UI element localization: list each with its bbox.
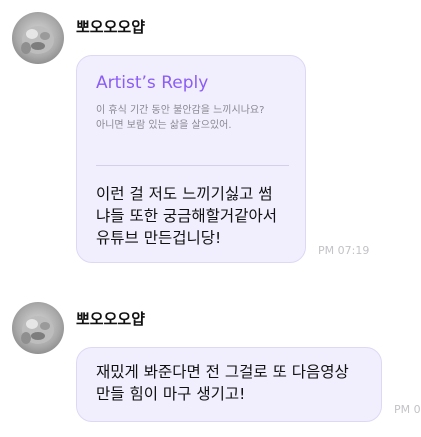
sender-name: 뽀오오오얍	[76, 18, 146, 36]
message-timestamp: PM 0	[394, 403, 421, 416]
message-text: 이런 걸 저도 느끼기싫고 썸 냐들 또한 궁금해할거같아서 유튜브 만든겁니당…	[96, 183, 277, 249]
sender-name: 뽀오오오얍	[76, 310, 146, 328]
message-text: 재밌게 봐준다면 전 그걸로 또 다음영상 만들 힘이 마구 생기고!	[96, 361, 349, 405]
reply-quote-line: 이 휴식 기간 동안 불안감을 느끼시나요?	[96, 105, 265, 116]
message-timestamp: PM 07:19	[318, 244, 370, 257]
message-line: 냐들 또한 궁금해할거같아서	[96, 207, 277, 225]
reply-quote: 이 휴식 기간 동안 불안감을 느끼시나요? 아니면 보람 있는 삶을 살으있어…	[96, 103, 296, 133]
message-line: 유튜브 만든겁니당!	[96, 229, 222, 247]
profile-photo-avatar-icon	[21, 316, 54, 344]
message-bubble[interactable]: 재밌게 봐준다면 전 그걸로 또 다음영상 만들 힘이 마구 생기고!	[76, 347, 382, 422]
message-line: 만들 힘이 마구 생기고!	[96, 385, 246, 403]
avatar[interactable]	[12, 12, 64, 64]
message-1: 뽀오오오얍 Artist’s Reply 이 휴식 기간 동안 불안감을 느끼시…	[0, 0, 421, 290]
message-2: 뽀오오오얍 재밌게 봐준다면 전 그걸로 또 다음영상 만들 힘이 마구 생기고…	[0, 290, 421, 437]
reply-divider	[96, 165, 289, 166]
message-line: 이런 걸 저도 느끼기싫고 썸	[96, 185, 273, 203]
profile-photo-avatar-icon	[21, 26, 54, 54]
message-line: 재밌게 봐준다면 전 그걸로 또 다음영상	[96, 363, 349, 381]
reply-quote-line: 아니면 보람 있는 삶을 살으있어.	[96, 120, 232, 131]
avatar[interactable]	[12, 302, 64, 354]
message-bubble[interactable]: Artist’s Reply 이 휴식 기간 동안 불안감을 느끼시나요? 아니…	[76, 55, 306, 263]
artist-reply-title: Artist’s Reply	[96, 73, 209, 93]
